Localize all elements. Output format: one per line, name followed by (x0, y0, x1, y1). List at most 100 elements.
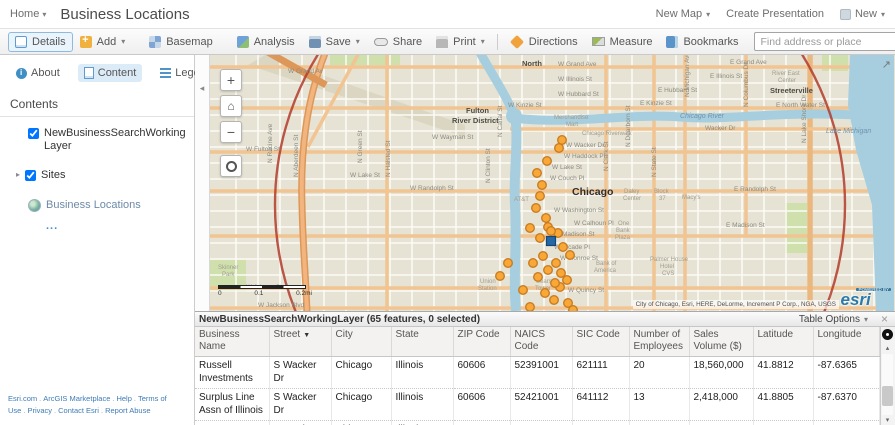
table-options-menu[interactable]: Table Options ▾ (799, 314, 868, 325)
business-marker[interactable] (537, 179, 548, 190)
layer-item-working-layer[interactable]: NewBusinessSearchWorkingLayer (0, 119, 194, 161)
table-settings-icon[interactable] (882, 329, 893, 340)
sidebar-collapse-handle[interactable]: ◂ (195, 55, 210, 311)
scale-label: 0 (218, 290, 222, 297)
layer-item-basemap[interactable]: Business Locations (0, 191, 194, 220)
business-marker[interactable] (546, 225, 557, 236)
table-cell: 20 (629, 356, 690, 389)
share-icon (373, 37, 388, 46)
business-marker[interactable] (565, 249, 576, 260)
column-header[interactable]: Street ▼ (269, 327, 332, 357)
tab-content[interactable]: Content (77, 64, 143, 82)
business-marker[interactable] (525, 302, 535, 311)
business-marker[interactable] (532, 167, 543, 178)
business-marker[interactable] (562, 274, 573, 285)
business-marker[interactable] (533, 271, 544, 282)
footer-link[interactable]: Contact Esri (58, 406, 99, 415)
locate-button[interactable] (220, 155, 242, 177)
footer-links: Esri.com. ArcGIS Marketplace. Help. Terms o… (0, 387, 194, 425)
new-map-menu[interactable]: New Map ▾ (656, 8, 710, 20)
column-header[interactable]: State (391, 327, 454, 357)
tab-about[interactable]: About (10, 64, 66, 82)
map-canvas[interactable]: W Grand Av North W Grand Ave E Grand Ave W I… (210, 55, 895, 311)
footer-link[interactable]: Esri.com (8, 394, 37, 403)
scrollbar-thumb[interactable] (882, 385, 893, 406)
share-button[interactable]: Share (367, 32, 429, 52)
business-marker[interactable] (550, 277, 561, 288)
business-marker[interactable] (503, 257, 514, 268)
scroll-up-icon[interactable]: ▴ (886, 344, 890, 353)
layer-label: Sites (41, 169, 66, 182)
print-button[interactable]: Print ▾ (429, 32, 492, 52)
details-button[interactable]: Details (8, 31, 73, 52)
add-button[interactable]: Add ▾ (73, 32, 133, 52)
business-marker[interactable] (543, 264, 554, 275)
add-icon (79, 34, 92, 48)
business-marker[interactable] (531, 202, 542, 213)
table-cell: -87.6365 (813, 356, 880, 389)
legend-icon (160, 68, 172, 78)
layer-checkbox[interactable] (28, 128, 39, 139)
layer-options-ellipsis[interactable]: ... (0, 220, 194, 232)
business-marker[interactable] (538, 250, 549, 261)
basemap-svg[interactable]: W Grand AvNorth W Grand Ave E Grand AveW I… (210, 55, 894, 311)
home-menu[interactable]: Home ▾ (10, 8, 46, 20)
table-cell: Russell Investments (195, 356, 270, 389)
column-header[interactable]: ZIP Code (453, 327, 511, 357)
business-marker[interactable] (525, 222, 536, 233)
footer-link[interactable]: Report Abuse (105, 406, 150, 415)
business-marker[interactable] (540, 287, 551, 298)
business-marker[interactable] (528, 257, 539, 268)
table-row[interactable]: Urs CorpS Wacker DrChicagoIllinois606065… (195, 420, 880, 425)
zoom-out-button[interactable]: − (220, 121, 242, 143)
business-marker[interactable] (535, 232, 546, 243)
selected-site-marker[interactable] (545, 235, 557, 247)
table-cell: 871111 (572, 420, 630, 425)
save-button[interactable]: Save ▾ (302, 32, 367, 52)
column-header[interactable]: SIC Code (572, 327, 630, 357)
main-toolbar: Details Add ▾ Basemap Analysis Save ▾ Sh… (0, 28, 895, 55)
new-menu[interactable]: New ▾ (839, 8, 885, 20)
column-header[interactable]: NAICS Code (510, 327, 573, 357)
measure-button[interactable]: Measure (585, 32, 660, 52)
business-marker[interactable] (568, 305, 578, 311)
footer-link[interactable]: Help (116, 394, 131, 403)
scroll-down-icon[interactable]: ▾ (886, 416, 890, 425)
table-row[interactable]: Russell Investments S Wacker Dr Chicago Ill… (195, 356, 880, 389)
business-marker[interactable] (518, 284, 529, 295)
link-separator: . (54, 406, 57, 415)
table-row[interactable]: Surplus Line Assn of Illinois S Wacker Dr… (195, 388, 880, 421)
column-header[interactable]: Business Name (195, 327, 270, 357)
column-header[interactable]: Latitude (753, 327, 814, 357)
column-header[interactable]: City (331, 327, 392, 357)
column-header[interactable]: Sales Volume ($) (689, 327, 754, 357)
footer-link[interactable]: ArcGIS Marketplace (43, 394, 110, 403)
column-header[interactable]: Number of Employees (629, 327, 690, 357)
business-marker[interactable] (558, 241, 569, 252)
layer-checkbox[interactable] (25, 170, 37, 182)
home-extent-button[interactable]: ⌂ (220, 95, 242, 117)
save-icon (308, 35, 321, 48)
business-marker[interactable] (551, 257, 562, 268)
business-marker[interactable] (535, 190, 546, 201)
business-marker[interactable] (495, 270, 506, 281)
search-input[interactable] (754, 35, 895, 48)
directions-button[interactable]: Directions (503, 32, 585, 52)
business-marker[interactable] (549, 294, 560, 305)
create-presentation-link[interactable]: Create Presentation (726, 8, 824, 20)
zoom-in-button[interactable]: + (220, 69, 242, 91)
analysis-button[interactable]: Analysis (230, 32, 302, 52)
business-marker[interactable] (541, 212, 552, 223)
footer-link[interactable]: Privacy (27, 406, 52, 415)
column-header[interactable]: Longitude (813, 327, 880, 357)
expand-arrow-icon[interactable]: ▸ (16, 170, 20, 179)
scrollbar-track[interactable] (882, 354, 893, 415)
bookmarks-button[interactable]: Bookmarks (659, 32, 745, 52)
close-table-icon[interactable]: × (878, 312, 891, 326)
business-marker[interactable] (557, 134, 568, 145)
business-marker[interactable] (542, 155, 553, 166)
expand-map-icon[interactable]: ↗ (882, 58, 891, 71)
basemap-button[interactable]: Basemap (142, 32, 219, 52)
layer-item-sites[interactable]: ▸ Sites (0, 161, 194, 190)
table-cell: 41.8805 (753, 420, 814, 425)
